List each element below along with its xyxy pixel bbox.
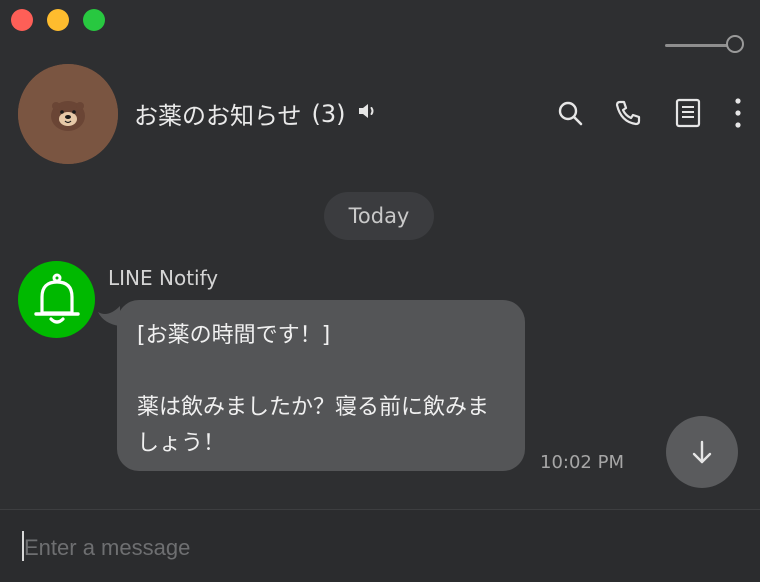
brown-bear-avatar-icon xyxy=(18,64,118,164)
phone-icon[interactable] xyxy=(612,97,644,129)
opacity-slider-knob[interactable] xyxy=(726,35,744,53)
arrow-down-icon xyxy=(692,440,712,464)
sender-name: LINE Notify xyxy=(108,266,219,290)
speaker-icon[interactable] xyxy=(356,99,380,129)
chat-window: お薬のお知らせ (3) Today LINE Notify [お薬の時間です！]… xyxy=(0,0,760,582)
scroll-to-bottom-button[interactable] xyxy=(666,416,738,488)
message-bubble[interactable]: [お薬の時間です！] 薬は飲みましたか？寝る前に飲みましょう！ xyxy=(117,300,525,471)
sender-avatar[interactable] xyxy=(18,261,95,338)
chat-avatar[interactable] xyxy=(18,64,118,164)
member-count: (3) xyxy=(311,99,346,128)
opacity-slider-track[interactable] xyxy=(665,44,731,47)
message-time: 10:02 PM xyxy=(540,452,624,473)
window-minimize-button[interactable] xyxy=(47,9,69,31)
more-vertical-icon[interactable] xyxy=(722,97,754,129)
text-caret xyxy=(22,531,24,561)
chat-title-text: お薬のお知らせ xyxy=(134,102,302,130)
date-separator: Today xyxy=(324,192,434,240)
search-icon[interactable] xyxy=(554,97,586,129)
notes-icon[interactable] xyxy=(672,97,704,129)
bell-icon xyxy=(33,273,80,324)
window-zoom-button[interactable] xyxy=(83,9,105,31)
message-input[interactable] xyxy=(22,530,726,566)
chat-title[interactable]: お薬のお知らせ (3) xyxy=(134,96,380,131)
window-close-button[interactable] xyxy=(11,9,33,31)
